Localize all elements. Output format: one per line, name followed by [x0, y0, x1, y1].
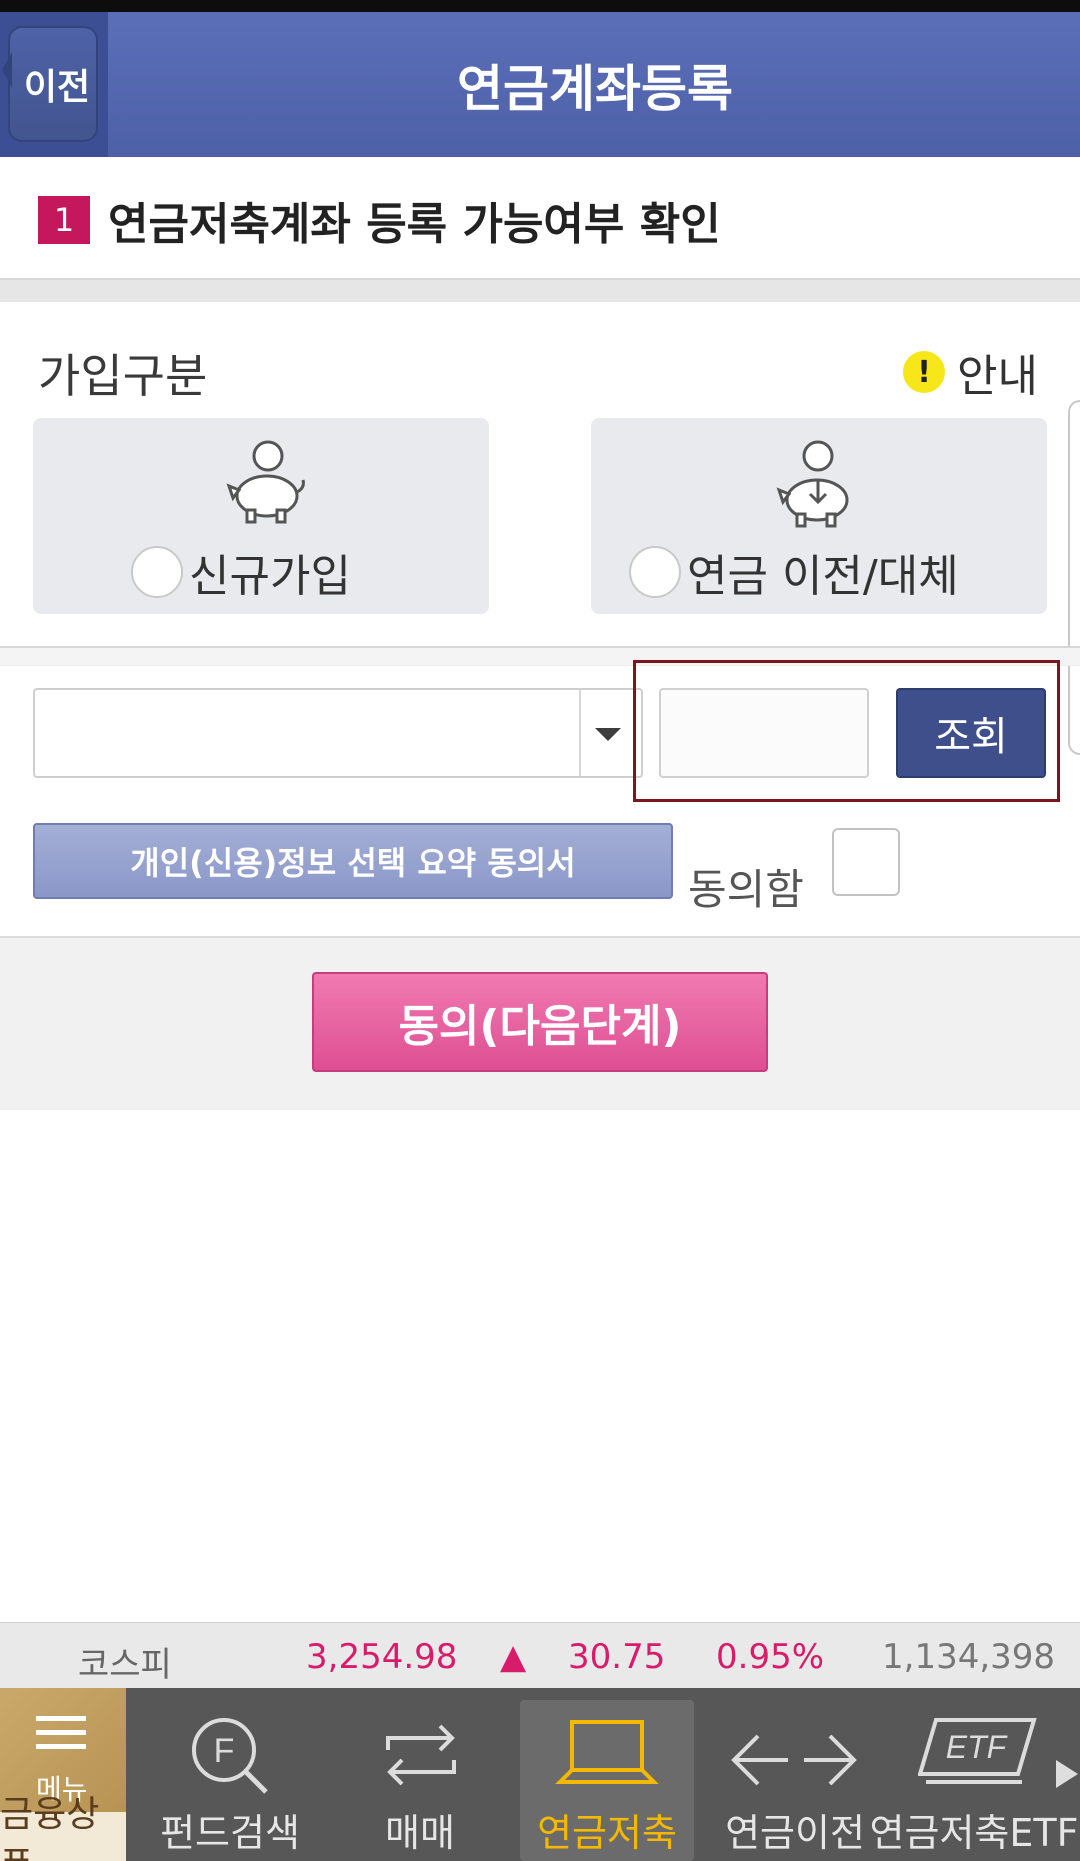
page-title: 연금계좌등록: [457, 59, 733, 118]
guide-label: 안내: [957, 351, 1038, 402]
nav-item-pension-transfer[interactable]: 연금이전: [712, 1688, 878, 1861]
piggy-bank-transfer-icon: [776, 440, 849, 528]
lookup-button[interactable]: 조회: [896, 688, 1046, 778]
nav-item-label: 펀드검색: [160, 1811, 300, 1855]
info-icon: !: [903, 351, 946, 393]
section-title-text: 연금저축계좌 등록 가능여부 확인: [108, 199, 721, 250]
page: 이전 연금계좌등록 1 연금저축계좌 등록 가능여부 확인 가입구분 ! 안내 …: [0, 0, 1080, 1861]
guide-link[interactable]: ! 안내: [903, 340, 1038, 404]
transfer-arrows-icon: [731, 1734, 857, 1786]
nav-item-trade[interactable]: 매매: [340, 1688, 500, 1861]
up-arrow-icon: ▲: [500, 1637, 527, 1677]
nav-item-fund-search[interactable]: F 펀드검색: [150, 1688, 310, 1861]
section-title: 1 연금저축계좌 등록 가능여부 확인: [38, 196, 721, 250]
fund-search-icon: F: [192, 1718, 268, 1794]
nav-item-label: 매매: [385, 1811, 455, 1855]
agree-checkbox[interactable]: [832, 828, 900, 896]
next-step-button[interactable]: 동의(다음단계): [312, 972, 768, 1072]
piggy-bank-person-icon: [226, 440, 305, 524]
ticker-index: 3,254.98: [306, 1637, 458, 1677]
svg-text:F: F: [214, 1732, 235, 1770]
join-option-transfer[interactable]: 연금 이전/대체: [591, 418, 1047, 614]
market-ticker: 코스피 3,254.98 ▲ 30.75 0.95% 1,134,398: [0, 1622, 1080, 1688]
nav-item-financial-products[interactable]: 금융상품: [0, 1794, 126, 1861]
password-input[interactable]: [659, 688, 869, 778]
join-type-label: 가입구분: [38, 349, 208, 403]
nav-item-pension-etf[interactable]: ETF 연금저축ETF: [870, 1688, 1078, 1861]
nav-item-label: 연금저축ETF: [869, 1811, 1079, 1855]
header-bar: 이전 연금계좌등록: [0, 12, 1080, 157]
join-option-new[interactable]: 신규가입: [33, 418, 489, 614]
ticker-volume: 1,134,398: [882, 1637, 1056, 1677]
ticker-change: 30.75: [568, 1637, 666, 1677]
consent-form-button[interactable]: 개인(신용)정보 선택 요약 동의서: [33, 823, 673, 899]
dropdown-arrow-icon: [595, 728, 621, 741]
etf-icon: ETF: [918, 1718, 1037, 1784]
menu-icon: [36, 1716, 86, 1758]
nav-item-label: 연금저축: [537, 1811, 677, 1855]
nav-item-label: 연금이전: [725, 1811, 865, 1855]
nav-item-pension-savings[interactable]: 연금저축: [520, 1688, 694, 1861]
ticker-name: 코스피: [78, 1645, 172, 1685]
radio-transfer[interactable]: [629, 546, 681, 598]
ticker-rate: 0.95%: [716, 1637, 825, 1677]
step-badge: 1: [38, 196, 90, 244]
join-option-new-label: 신규가입: [189, 551, 351, 602]
trade-icon: [386, 1724, 456, 1786]
join-option-transfer-label: 연금 이전/대체: [687, 551, 959, 602]
select-separator: [579, 690, 581, 776]
laptop-icon: [555, 1720, 659, 1784]
account-select[interactable]: [33, 688, 643, 778]
radio-new[interactable]: [131, 546, 183, 598]
svg-text:ETF: ETF: [946, 1729, 1009, 1765]
status-bar: [0, 0, 1080, 12]
scroll-indicator: [1068, 400, 1080, 755]
divider: [0, 278, 1080, 302]
agree-label: 동의함: [688, 865, 804, 914]
nav-more-arrow-icon[interactable]: [1056, 1760, 1078, 1788]
